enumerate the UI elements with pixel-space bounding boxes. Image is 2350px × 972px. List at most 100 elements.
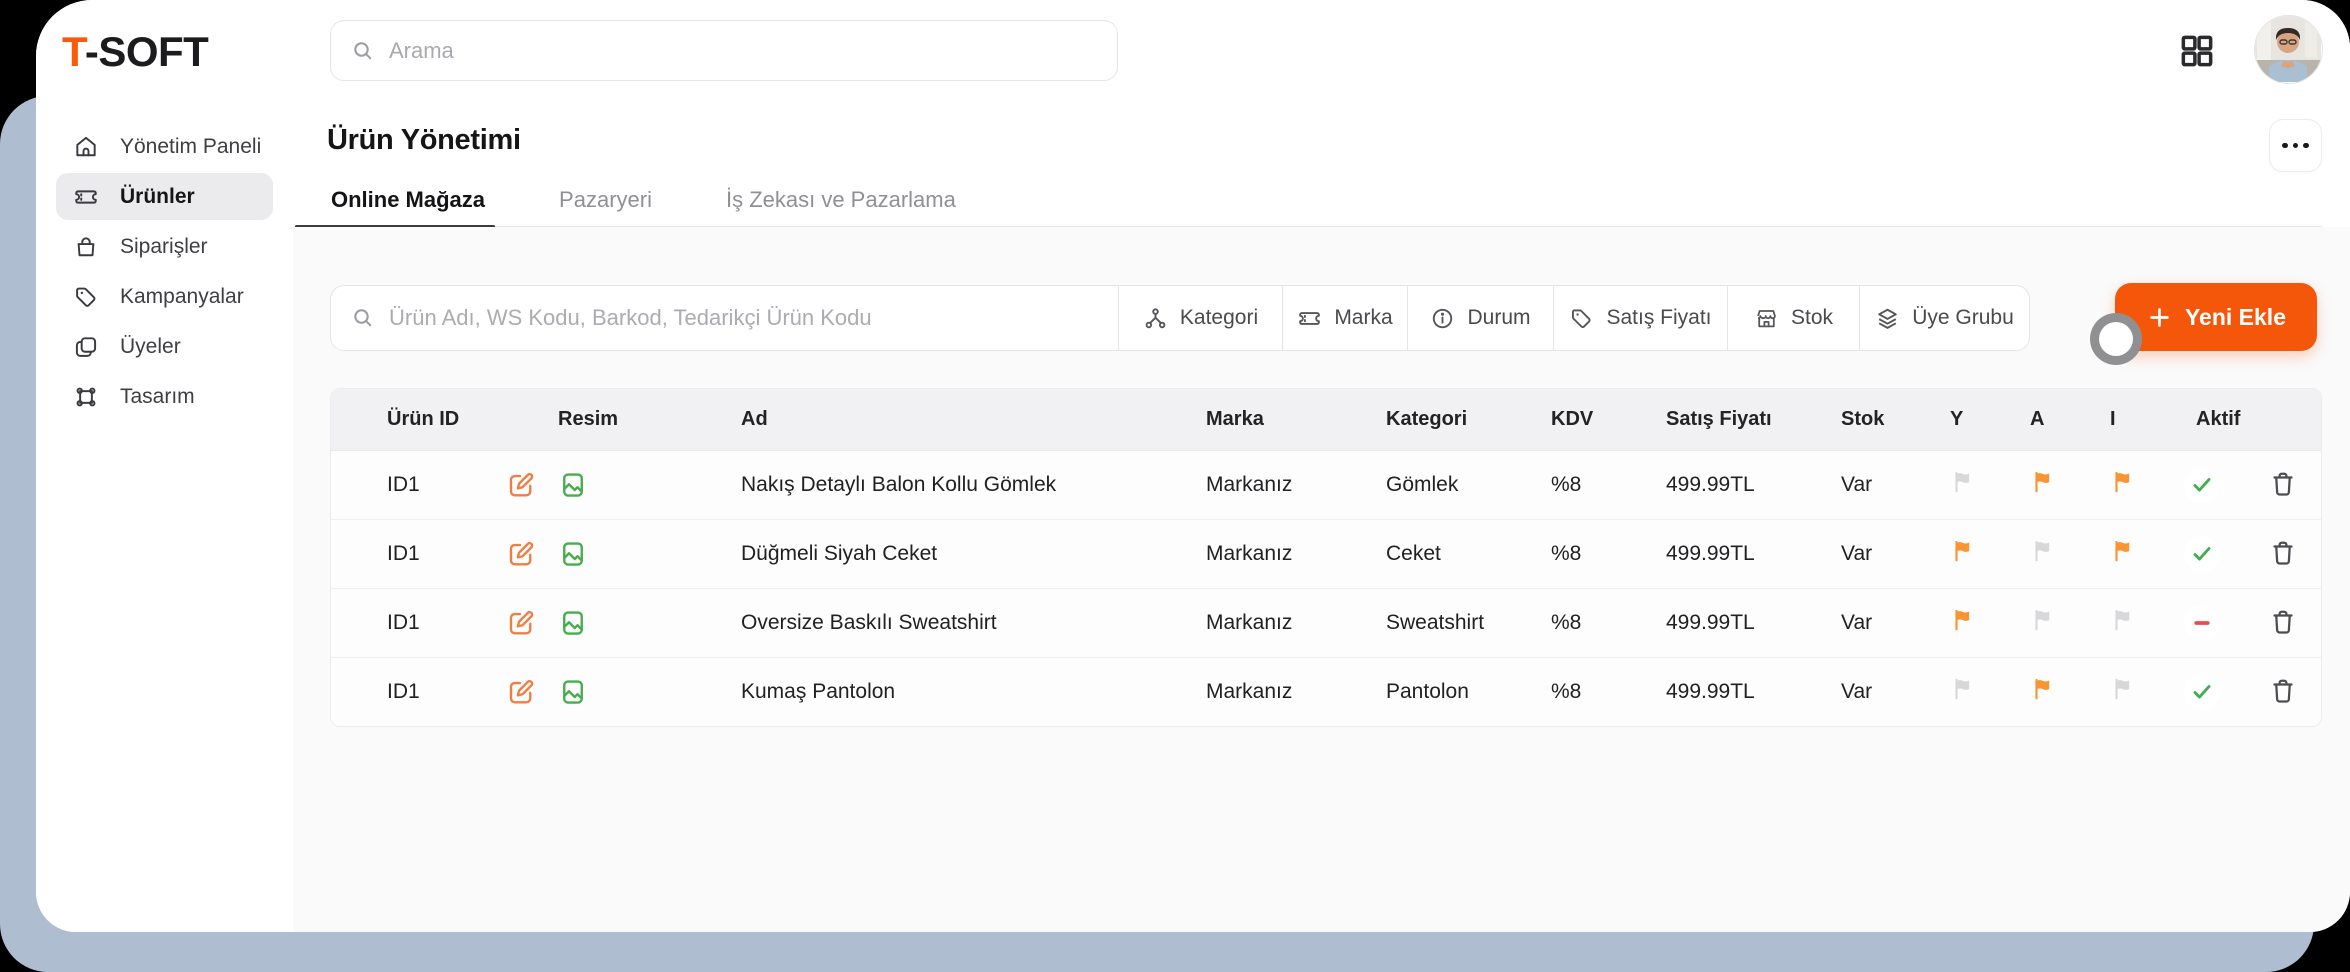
cell-delete bbox=[2246, 672, 2321, 712]
image-icon[interactable] bbox=[555, 674, 591, 710]
global-search-input[interactable]: Arama bbox=[330, 20, 1118, 81]
check-icon bbox=[2189, 472, 2215, 498]
image-icon[interactable] bbox=[555, 536, 591, 572]
cell-vat: %8 bbox=[1511, 473, 1626, 497]
cell-vat: %8 bbox=[1511, 680, 1626, 704]
trash-icon[interactable] bbox=[2264, 672, 2302, 710]
tab-bar: Online Mağaza Pazaryeri İş Zekası ve Paz… bbox=[327, 174, 2322, 227]
active-toggle[interactable] bbox=[2184, 536, 2220, 572]
sidebar: Yönetim Paneli Ürünler Siparişler Kampan… bbox=[36, 102, 294, 932]
filter-stok-button[interactable]: Stok bbox=[1727, 286, 1859, 350]
bag-icon bbox=[73, 234, 99, 260]
flag-a[interactable] bbox=[1996, 676, 2076, 708]
ticket-icon bbox=[73, 184, 99, 210]
cell-brand: Markanız bbox=[1166, 542, 1346, 566]
cell-price: 499.99TL bbox=[1626, 611, 1801, 635]
cell-product-id: ID1 bbox=[331, 680, 483, 704]
flag-icon bbox=[1950, 469, 1976, 495]
add-new-button[interactable]: Yeni Ekle bbox=[2115, 283, 2317, 351]
sidebar-item-siparisler[interactable]: Siparişler bbox=[56, 223, 273, 270]
tab-online-magaza[interactable]: Online Mağaza bbox=[327, 174, 489, 226]
layers-icon bbox=[1875, 306, 1900, 331]
sidebar-item-uyeler[interactable]: Üyeler bbox=[56, 323, 273, 370]
flag-i[interactable] bbox=[2076, 676, 2156, 708]
trash-icon[interactable] bbox=[2264, 603, 2302, 641]
image-icon[interactable] bbox=[555, 467, 591, 503]
apps-grid-icon[interactable] bbox=[2172, 26, 2222, 76]
col-urun-id: Ürün ID bbox=[331, 408, 483, 431]
filter-durum-button[interactable]: Durum bbox=[1407, 286, 1553, 350]
filter-marka-button[interactable]: Marka bbox=[1282, 286, 1407, 350]
cell-active bbox=[2156, 467, 2246, 503]
active-toggle[interactable] bbox=[2184, 674, 2220, 710]
flag-a[interactable] bbox=[1996, 607, 2076, 639]
vector-frame-icon bbox=[73, 384, 99, 410]
app-logo: T-SOFT bbox=[62, 28, 208, 76]
sidebar-item-label: Yönetim Paneli bbox=[120, 135, 261, 159]
sidebar-item-tasarim[interactable]: Tasarım bbox=[56, 373, 273, 420]
tag-icon bbox=[73, 284, 99, 310]
filter-label: Kategori bbox=[1180, 306, 1258, 330]
tab-pazaryeri[interactable]: Pazaryeri bbox=[555, 174, 656, 226]
cell-stock: Var bbox=[1801, 542, 1916, 566]
tab-is-zekasi-ve-pazarlama[interactable]: İş Zekası ve Pazarlama bbox=[722, 174, 960, 226]
more-options-button[interactable] bbox=[2269, 119, 2322, 172]
product-search-placeholder: Ürün Adı, WS Kodu, Barkod, Tedarikçi Ürü… bbox=[389, 305, 872, 331]
flag-i[interactable] bbox=[2076, 538, 2156, 570]
cell-category: Sweatshirt bbox=[1346, 611, 1511, 635]
sidebar-item-label: Kampanyalar bbox=[120, 285, 244, 309]
check-icon bbox=[2189, 541, 2215, 567]
table-row: ID1 Kumaş Pantolon Markanız Pantolon %8 … bbox=[331, 657, 2321, 726]
cell-stock: Var bbox=[1801, 680, 1916, 704]
cell-vat: %8 bbox=[1511, 542, 1626, 566]
cell-delete bbox=[2246, 603, 2321, 643]
flag-a[interactable] bbox=[1996, 469, 2076, 501]
sidebar-item-label: Tasarım bbox=[120, 385, 195, 409]
check-icon bbox=[2189, 679, 2215, 705]
flag-icon bbox=[2030, 538, 2056, 564]
image-icon[interactable] bbox=[555, 605, 591, 641]
flag-y[interactable] bbox=[1916, 538, 1996, 570]
cell-active bbox=[2156, 605, 2246, 641]
flag-i[interactable] bbox=[2076, 469, 2156, 501]
trash-icon[interactable] bbox=[2264, 465, 2302, 503]
flag-a[interactable] bbox=[1996, 538, 2076, 570]
global-search-placeholder: Arama bbox=[389, 38, 454, 64]
flag-y[interactable] bbox=[1916, 676, 1996, 708]
col-satis-fiyati: Satış Fiyatı bbox=[1626, 408, 1801, 431]
active-toggle[interactable] bbox=[2184, 467, 2220, 503]
user-avatar[interactable] bbox=[2254, 15, 2323, 84]
edit-icon[interactable] bbox=[503, 674, 539, 710]
store-icon bbox=[1754, 306, 1779, 331]
filter-label: Stok bbox=[1791, 306, 1833, 330]
filter-uye-grubu-button[interactable]: Üye Grubu bbox=[1859, 286, 2029, 350]
flag-icon bbox=[2030, 607, 2056, 633]
edit-icon[interactable] bbox=[503, 536, 539, 572]
page-title: Ürün Yönetimi bbox=[327, 124, 521, 157]
sidebar-item-urunler[interactable]: Ürünler bbox=[56, 173, 273, 220]
filter-kategori-button[interactable]: Kategori bbox=[1118, 286, 1282, 350]
content-header: Ürün Yönetimi Online Mağaza Pazaryeri İş… bbox=[293, 102, 2350, 227]
col-aktif: Aktif bbox=[2156, 408, 2246, 431]
flag-icon bbox=[2110, 469, 2136, 495]
filter-satis-fiyati-button[interactable]: Satış Fiyatı bbox=[1553, 286, 1727, 350]
col-ad: Ad bbox=[701, 408, 1166, 431]
active-toggle[interactable] bbox=[2184, 605, 2220, 641]
edit-icon[interactable] bbox=[503, 605, 539, 641]
edit-icon[interactable] bbox=[503, 467, 539, 503]
flag-y[interactable] bbox=[1916, 469, 1996, 501]
logo-rest: -SOFT bbox=[85, 28, 208, 75]
flag-y[interactable] bbox=[1916, 607, 1996, 639]
flag-i[interactable] bbox=[2076, 607, 2156, 639]
info-icon bbox=[1430, 306, 1455, 331]
trash-icon[interactable] bbox=[2264, 534, 2302, 572]
sidebar-item-kampanyalar[interactable]: Kampanyalar bbox=[56, 273, 273, 320]
logo-accent: T bbox=[62, 28, 85, 75]
products-table: Ürün ID Resim Ad Marka Kategori KDV Satı… bbox=[330, 388, 2322, 727]
cell-name: Düğmeli Siyah Ceket bbox=[701, 542, 1166, 566]
product-search-input[interactable]: Ürün Adı, WS Kodu, Barkod, Tedarikçi Ürü… bbox=[331, 286, 1118, 350]
copy-icon bbox=[73, 334, 99, 360]
flag-icon bbox=[2030, 676, 2056, 702]
sidebar-item-yonetim-paneli[interactable]: Yönetim Paneli bbox=[56, 123, 273, 170]
table-row: ID1 Nakış Detaylı Balon Kollu Gömlek Mar… bbox=[331, 451, 2321, 519]
